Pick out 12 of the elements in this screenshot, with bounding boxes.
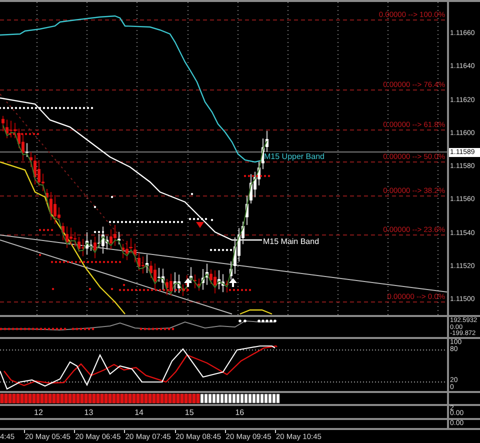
day-label: 15 <box>184 408 194 417</box>
band-label: M15 Upper Band <box>264 152 324 161</box>
lower-band-line <box>240 309 272 315</box>
band-label: M15 Main Band <box>263 237 320 246</box>
down-arrow-icon <box>196 222 204 228</box>
day-label: 12 <box>34 408 43 417</box>
day-label: 13 <box>84 408 94 417</box>
buy-signal-dot-series <box>238 320 276 322</box>
up-arrow-icon <box>229 278 237 287</box>
day-label: 16 <box>235 408 244 417</box>
up-arrow-icon <box>184 278 192 287</box>
day-label: 14 <box>134 408 144 417</box>
